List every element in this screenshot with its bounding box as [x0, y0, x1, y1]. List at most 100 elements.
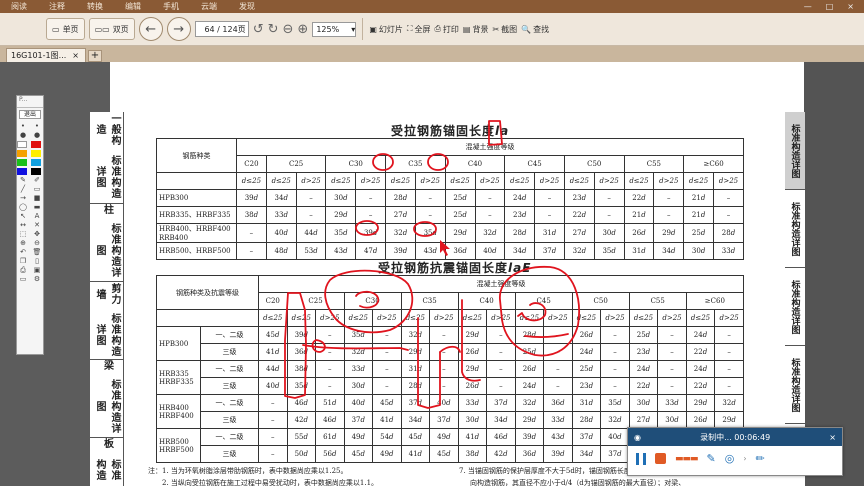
rotate-left-icon[interactable]: ↺ [253, 22, 264, 37]
menu-item-convert[interactable]: 转换 [76, 1, 114, 12]
print-button[interactable]: ⎙ 打印 [434, 24, 458, 35]
right-tab-1[interactable]: 标准构造详图 [785, 112, 805, 190]
stop-icon[interactable] [655, 453, 666, 464]
grade-header: C20 [236, 155, 267, 173]
background-button[interactable]: ▤ 背景 [463, 24, 489, 35]
seismic-level: 三级 [200, 343, 259, 361]
close-window-button[interactable]: × [841, 2, 860, 11]
color-orange[interactable] [17, 150, 27, 157]
page-number-field[interactable]: 64 / 124页 [194, 21, 249, 37]
color-black[interactable] [31, 168, 41, 175]
zoom-in-icon[interactable]: ⊕ [297, 22, 308, 37]
screen-icon[interactable]: ▭ [17, 276, 29, 283]
sidebar-item-shearwall[interactable]: 剪力墙 标准构造详图 [90, 282, 124, 360]
table-cell: – [543, 326, 573, 344]
zoom-out-icon[interactable]: ⊖ [283, 22, 294, 37]
diameter-header: d>25 [315, 309, 345, 327]
undo-icon[interactable]: ↶ [17, 249, 29, 256]
text-icon[interactable]: A [31, 213, 43, 220]
menu-item-annotate[interactable]: 注释 [38, 1, 76, 12]
slideshow-button[interactable]: ▣ 幻灯片 [369, 24, 403, 35]
table-cell: 44d [258, 360, 288, 378]
arrow-icon[interactable]: → [17, 195, 29, 202]
grade-header: C50 [563, 155, 625, 173]
move-icon[interactable]: ✥ [31, 231, 43, 238]
settings-icon[interactable]: ⚙ [31, 276, 43, 283]
sidebar-label: 板 [101, 438, 113, 449]
highlight-icon[interactable]: ▬ [31, 204, 43, 211]
menu-item-cloud[interactable]: 云端 [190, 1, 228, 12]
menu-item-read[interactable]: 阅读 [0, 1, 38, 12]
pen-draw-icon[interactable]: ✏ [756, 452, 765, 465]
select-icon[interactable]: ⬚ [17, 231, 29, 238]
menu-item-mobile[interactable]: 手机 [152, 1, 190, 12]
table-cell: 42d [286, 411, 317, 429]
right-tab-2[interactable]: 标准构造详图 [785, 190, 805, 268]
table-cell: – [355, 189, 387, 207]
resize-icon[interactable]: ↔ [17, 222, 29, 229]
print-small-icon[interactable]: ⎙ [17, 267, 29, 274]
new-tab-button[interactable]: + [88, 50, 102, 62]
webcam-icon[interactable]: ◎ [725, 452, 735, 465]
pointer-icon[interactable]: ↖ [17, 213, 29, 220]
pointer-tool-icon[interactable]: ✎ [707, 452, 716, 465]
pause-icon[interactable] [636, 452, 646, 465]
sidebar-item-general[interactable]: 一般构造 标准构造详图 [90, 112, 124, 204]
close-icon[interactable]: × [72, 51, 79, 60]
table-cell: 48d [265, 242, 297, 260]
rect-icon[interactable]: ▭ [31, 186, 43, 193]
cross-icon[interactable]: ✕ [31, 222, 43, 229]
back-arrow-icon[interactable]: ← [138, 17, 163, 41]
single-page-button[interactable]: ▭ 单页 [46, 18, 85, 40]
color-cyan[interactable] [31, 159, 41, 166]
sidebar-item-slab[interactable]: 板 标准构造 [90, 438, 124, 486]
right-tab-4[interactable]: 标准构造详图 [785, 346, 805, 424]
marker-icon[interactable]: ✐ [31, 177, 43, 184]
table-cell: 41d [400, 445, 431, 463]
maximize-button[interactable]: □ [820, 2, 840, 11]
trash-icon[interactable]: 🗑 [31, 249, 43, 256]
menu-item-discover[interactable]: 发现 [228, 1, 266, 12]
menu-item-edit[interactable]: 编辑 [114, 1, 152, 12]
table-cell: 28d [504, 223, 536, 243]
color-green[interactable] [17, 159, 27, 166]
zoom-plus-icon[interactable]: ⊕ [17, 240, 29, 247]
color-yellow[interactable] [31, 150, 41, 157]
zoom-minus-icon[interactable]: ⊖ [31, 240, 43, 247]
recorder-close-button[interactable]: × [829, 433, 836, 442]
table2-title: 受拉钢筋抗震锚固长度laE [378, 259, 531, 276]
table-cell: 22d [628, 377, 659, 395]
screenshot-button[interactable]: ✂ 截图 [492, 24, 517, 35]
rotate-right-icon[interactable]: ↻ [268, 22, 279, 37]
page-icon[interactable]: ▯ [31, 258, 43, 265]
filled-rect-icon[interactable]: ■ [31, 195, 43, 202]
tab-document[interactable]: 16G101-1图... × [6, 48, 86, 62]
right-tab-3[interactable]: 标准构造详图 [785, 268, 805, 346]
color-red[interactable] [31, 141, 41, 148]
dash-line-icon[interactable]: ▬▬▬ [675, 454, 698, 464]
dot-small-icon[interactable]: • [31, 123, 43, 130]
search-button[interactable]: 🔍 查找 [521, 24, 549, 35]
double-page-button[interactable]: ▭▭ 双页 [88, 18, 135, 40]
dot-small-icon[interactable]: • [17, 123, 29, 130]
minimize-button[interactable]: — [798, 2, 818, 11]
ellipse-icon[interactable]: ◯ [17, 204, 29, 211]
dot-large-icon[interactable]: ● [17, 132, 29, 139]
line-icon[interactable]: ╱ [17, 186, 29, 193]
save-icon[interactable]: ▣ [31, 267, 43, 274]
sidebar-item-beam[interactable]: 梁 标准构造详图 [90, 360, 124, 438]
sidebar-item-column[interactable]: 柱 标准构造详图 [90, 204, 124, 282]
dot-large-icon[interactable]: ● [31, 132, 43, 139]
table-cell: – [372, 360, 402, 378]
color-blue[interactable] [17, 168, 27, 175]
pen-icon[interactable]: ✎ [17, 177, 29, 184]
forward-arrow-icon[interactable]: → [166, 17, 191, 41]
diameter-header: d≤25 [444, 172, 476, 190]
zoom-select[interactable]: 125% ▾ [312, 21, 357, 37]
copy-icon[interactable]: ❐ [17, 258, 29, 265]
fullscreen-button[interactable]: ⛶ 全屏 [407, 24, 431, 35]
chevron-right-icon[interactable]: › [743, 454, 746, 463]
table-row: 三级 40d 35d –30d –28d –26d –24d –23d –22d –22d – [157, 377, 744, 395]
palette-exit-button[interactable]: 退出 [19, 110, 41, 119]
color-white[interactable] [17, 141, 27, 148]
